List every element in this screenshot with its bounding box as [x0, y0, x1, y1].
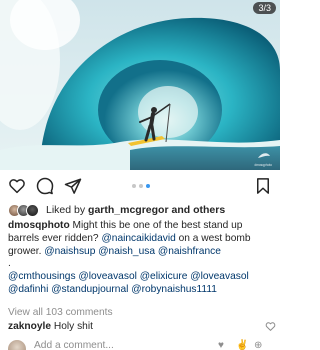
top-comment: zaknoyle Holy shit [8, 320, 268, 334]
post-photo[interactable]: dmosqphoto 3/3 [0, 0, 280, 170]
add-comment-input[interactable]: Add a comment... [34, 340, 114, 350]
caption-text: Might this be one of the best stand up [72, 220, 243, 231]
mention-link[interactable]: @naish_usa [98, 246, 155, 257]
caption-text: grower. [8, 245, 45, 257]
svg-text:dmosqphoto: dmosqphoto [254, 163, 272, 167]
carousel-dot [132, 184, 136, 188]
post-caption: dmosqphoto Might this be one of the best… [8, 220, 276, 297]
surf-barrel-image: dmosqphoto [0, 0, 280, 170]
caption-text: on a west bomb [175, 232, 251, 244]
add-comment-row: Add a comment... ♥ ✌ ⊕ [0, 338, 280, 350]
mention-link[interactable]: @dafinhi [8, 284, 48, 295]
caption-text: barrels ever ridden? [8, 232, 102, 244]
post-action-bar [0, 174, 280, 198]
carousel-dot-active [146, 184, 150, 188]
caption-line: dmosqphoto Might this be one of the best… [8, 220, 276, 233]
mention-link[interactable]: @standupjournal [51, 284, 128, 295]
liker-avatars [8, 204, 44, 217]
caption-author[interactable]: dmosqphoto [8, 220, 73, 231]
liker-username[interactable]: garth_mcgregor [88, 204, 169, 216]
mention-link[interactable]: @loveavasol [78, 271, 136, 282]
carousel-indicator [132, 184, 158, 189]
mention-link[interactable]: @robynaishus1111 [131, 284, 217, 295]
caption-line: . [8, 258, 276, 271]
liked-by-text: Liked by garth_mcgregor and others [46, 202, 225, 218]
hands-emoji-icon[interactable]: ✌ [236, 340, 248, 350]
plus-icon[interactable]: ⊕ [254, 340, 262, 350]
comment-username[interactable]: zaknoyle [8, 321, 51, 332]
mention-link[interactable]: @naishsup [44, 246, 95, 257]
carousel-dot [139, 184, 143, 188]
caption-line: grower. @naishsup @naish_usa @naishfranc… [8, 246, 276, 259]
heart-emoji-icon[interactable]: ♥ [218, 340, 224, 350]
likes-row[interactable]: Liked by garth_mcgregor and others [8, 202, 276, 218]
view-all-comments-link[interactable]: View all 103 comments [8, 306, 113, 320]
caption-text: . [8, 258, 11, 270]
mention-link[interactable]: @naincaikidavid [101, 233, 175, 244]
current-user-avatar [8, 340, 26, 350]
mention-link[interactable]: @elixicure [140, 271, 188, 282]
mention-link[interactable]: @naishfrance [158, 246, 221, 257]
comment-like-heart-icon[interactable] [265, 321, 276, 332]
liked-by-suffix[interactable]: and others [169, 204, 225, 216]
liked-by-prefix: Liked by [46, 204, 89, 216]
mention-link[interactable]: @cmthousings [8, 271, 76, 282]
caption-line: @dafinhi @standupjournal @robynaishus111… [8, 284, 276, 297]
caption-line: @cmthousings @loveavasol @elixicure @lov… [8, 271, 276, 284]
comment-icon[interactable] [36, 177, 54, 195]
mention-link[interactable]: @loveavasol [190, 271, 248, 282]
image-counter-badge: 3/3 [253, 2, 276, 14]
avatar [26, 204, 39, 217]
bookmark-icon[interactable] [254, 177, 272, 195]
caption-line: barrels ever ridden? @naincaikidavid on … [8, 233, 276, 246]
send-icon[interactable] [64, 177, 82, 195]
heart-icon[interactable] [8, 177, 26, 195]
comment-text: Holy shit [51, 321, 93, 332]
